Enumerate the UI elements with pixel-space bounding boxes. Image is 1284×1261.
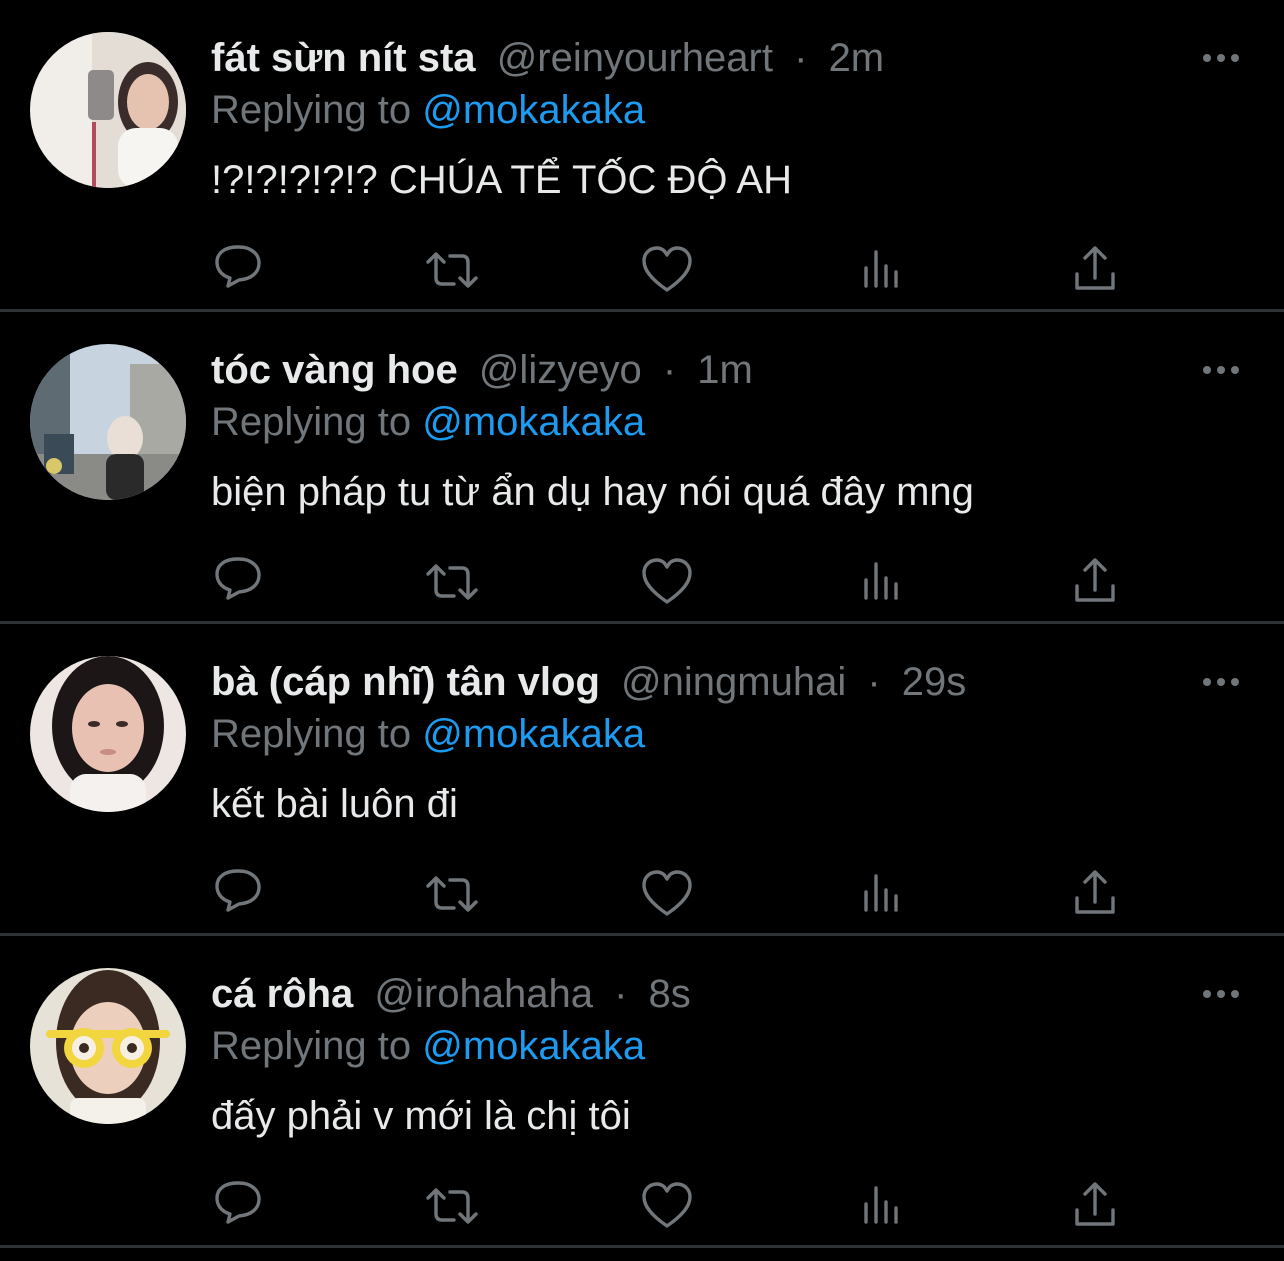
retweet-icon	[426, 876, 478, 912]
tweet-text: kết bài luôn đi	[211, 782, 458, 826]
retweet-button[interactable]	[422, 864, 482, 924]
views-icon	[864, 874, 898, 912]
tweet-header: cá rôha @irohahaha · 8s	[211, 970, 691, 1018]
reply-to-mention[interactable]: @mokakaka	[422, 1024, 645, 1068]
retweet-button[interactable]	[422, 240, 482, 300]
avatar-image	[30, 344, 186, 500]
reply-to-mention[interactable]: @mokakaka	[422, 712, 645, 756]
action-bar	[208, 552, 1128, 612]
timestamp[interactable]: 1m	[697, 348, 753, 392]
like-button[interactable]	[637, 1176, 697, 1236]
views-button[interactable]	[851, 552, 911, 612]
share-icon	[1075, 558, 1115, 602]
user-handle[interactable]: @irohahaha	[374, 972, 593, 1016]
tweet-header: bà (cáp nhĩ) tân vlog @ningmuhai · 29s	[211, 658, 966, 706]
tweet-text: biện pháp tu từ ẩn dụ hay nói quá đây mn…	[211, 470, 974, 514]
separator-dot: ·	[662, 348, 677, 392]
heart-icon	[642, 870, 692, 916]
reply-icon	[215, 1181, 261, 1224]
reply-button[interactable]	[208, 1176, 268, 1236]
display-name[interactable]: tóc vàng hoe	[211, 348, 458, 392]
replying-to-label: Replying to	[211, 712, 412, 756]
reply-button[interactable]	[208, 552, 268, 612]
avatar-image	[30, 968, 186, 1124]
replying-to-label: Replying to	[211, 88, 412, 132]
views-button[interactable]	[851, 1176, 911, 1236]
user-handle[interactable]: @lizyeyo	[479, 348, 642, 392]
reply-button[interactable]	[208, 864, 268, 924]
tweet-text: !?!?!?!?!? CHÚA TỂ TỐC ĐỘ AH	[211, 158, 792, 202]
heart-icon	[642, 558, 692, 604]
like-button[interactable]	[637, 240, 697, 300]
retweet-icon	[426, 1188, 478, 1224]
avatar-image	[30, 32, 186, 188]
share-button[interactable]	[1065, 240, 1125, 300]
share-button[interactable]	[1065, 864, 1125, 924]
heart-icon	[642, 246, 692, 292]
more-options-icon[interactable]	[1196, 664, 1246, 700]
separator-dot: ·	[614, 972, 628, 1016]
retweet-icon	[426, 252, 478, 288]
reply-button[interactable]	[208, 240, 268, 300]
separator-dot: ·	[867, 660, 881, 704]
retweet-button[interactable]	[422, 552, 482, 612]
more-options-icon[interactable]	[1196, 976, 1246, 1012]
timestamp[interactable]: 2m	[829, 36, 885, 80]
share-button[interactable]	[1065, 552, 1125, 612]
retweet-button[interactable]	[422, 1176, 482, 1236]
avatar[interactable]	[30, 344, 186, 500]
replying-to: Replying to @mokakaka	[211, 86, 645, 134]
avatar-image	[30, 656, 186, 812]
separator-dot: ·	[794, 36, 808, 80]
views-button[interactable]	[851, 240, 911, 300]
reply-tweet[interactable]: tóc vàng hoe @lizyeyo · 1m Replying to @…	[0, 312, 1284, 624]
reply-to-mention[interactable]: @mokakaka	[422, 88, 645, 132]
avatar[interactable]	[30, 968, 186, 1124]
replying-to-label: Replying to	[211, 400, 412, 444]
tweet-header: fát sừn nít sta @reinyourheart · 2m	[211, 34, 884, 82]
tweet-header: tóc vàng hoe @lizyeyo · 1m	[211, 346, 753, 394]
replying-to-label: Replying to	[211, 1024, 412, 1068]
display-name[interactable]: fát sừn nít sta	[211, 36, 476, 80]
reply-icon	[215, 869, 261, 912]
reply-tweet[interactable]: bà (cáp nhĩ) tân vlog @ningmuhai · 29s R…	[0, 624, 1284, 936]
like-button[interactable]	[637, 552, 697, 612]
retweet-icon	[426, 564, 478, 600]
replying-to: Replying to @mokakaka	[211, 1022, 645, 1070]
tweet-text: đấy phải v mới là chị tôi	[211, 1094, 631, 1138]
heart-icon	[642, 1182, 692, 1228]
user-handle[interactable]: @ningmuhai	[621, 660, 846, 704]
views-button[interactable]	[851, 864, 911, 924]
action-bar	[208, 240, 1128, 300]
replying-to: Replying to @mokakaka	[211, 398, 645, 446]
reply-tweet[interactable]: fát sừn nít sta @reinyourheart · 2m Repl…	[0, 0, 1284, 312]
share-icon	[1075, 1182, 1115, 1226]
reply-feed: fát sừn nít sta @reinyourheart · 2m Repl…	[0, 0, 1284, 1248]
more-options-icon[interactable]	[1196, 40, 1246, 76]
reply-icon	[215, 557, 261, 600]
display-name[interactable]: bà (cáp nhĩ) tân vlog	[211, 660, 600, 704]
action-bar	[208, 1176, 1128, 1236]
avatar[interactable]	[30, 656, 186, 812]
action-bar	[208, 864, 1128, 924]
timestamp[interactable]: 29s	[902, 660, 967, 704]
views-icon	[864, 1186, 898, 1224]
more-options-icon[interactable]	[1196, 352, 1246, 388]
share-icon	[1075, 246, 1115, 290]
reply-to-mention[interactable]: @mokakaka	[422, 400, 645, 444]
views-icon	[864, 562, 898, 600]
views-icon	[864, 250, 898, 288]
like-button[interactable]	[637, 864, 697, 924]
share-button[interactable]	[1065, 1176, 1125, 1236]
reply-tweet[interactable]: cá rôha @irohahaha · 8s Replying to @mok…	[0, 936, 1284, 1248]
timestamp[interactable]: 8s	[649, 972, 691, 1016]
display-name[interactable]: cá rôha	[211, 972, 353, 1016]
reply-icon	[215, 245, 261, 288]
user-handle[interactable]: @reinyourheart	[497, 36, 773, 80]
avatar[interactable]	[30, 32, 186, 188]
share-icon	[1075, 870, 1115, 914]
replying-to: Replying to @mokakaka	[211, 710, 645, 758]
